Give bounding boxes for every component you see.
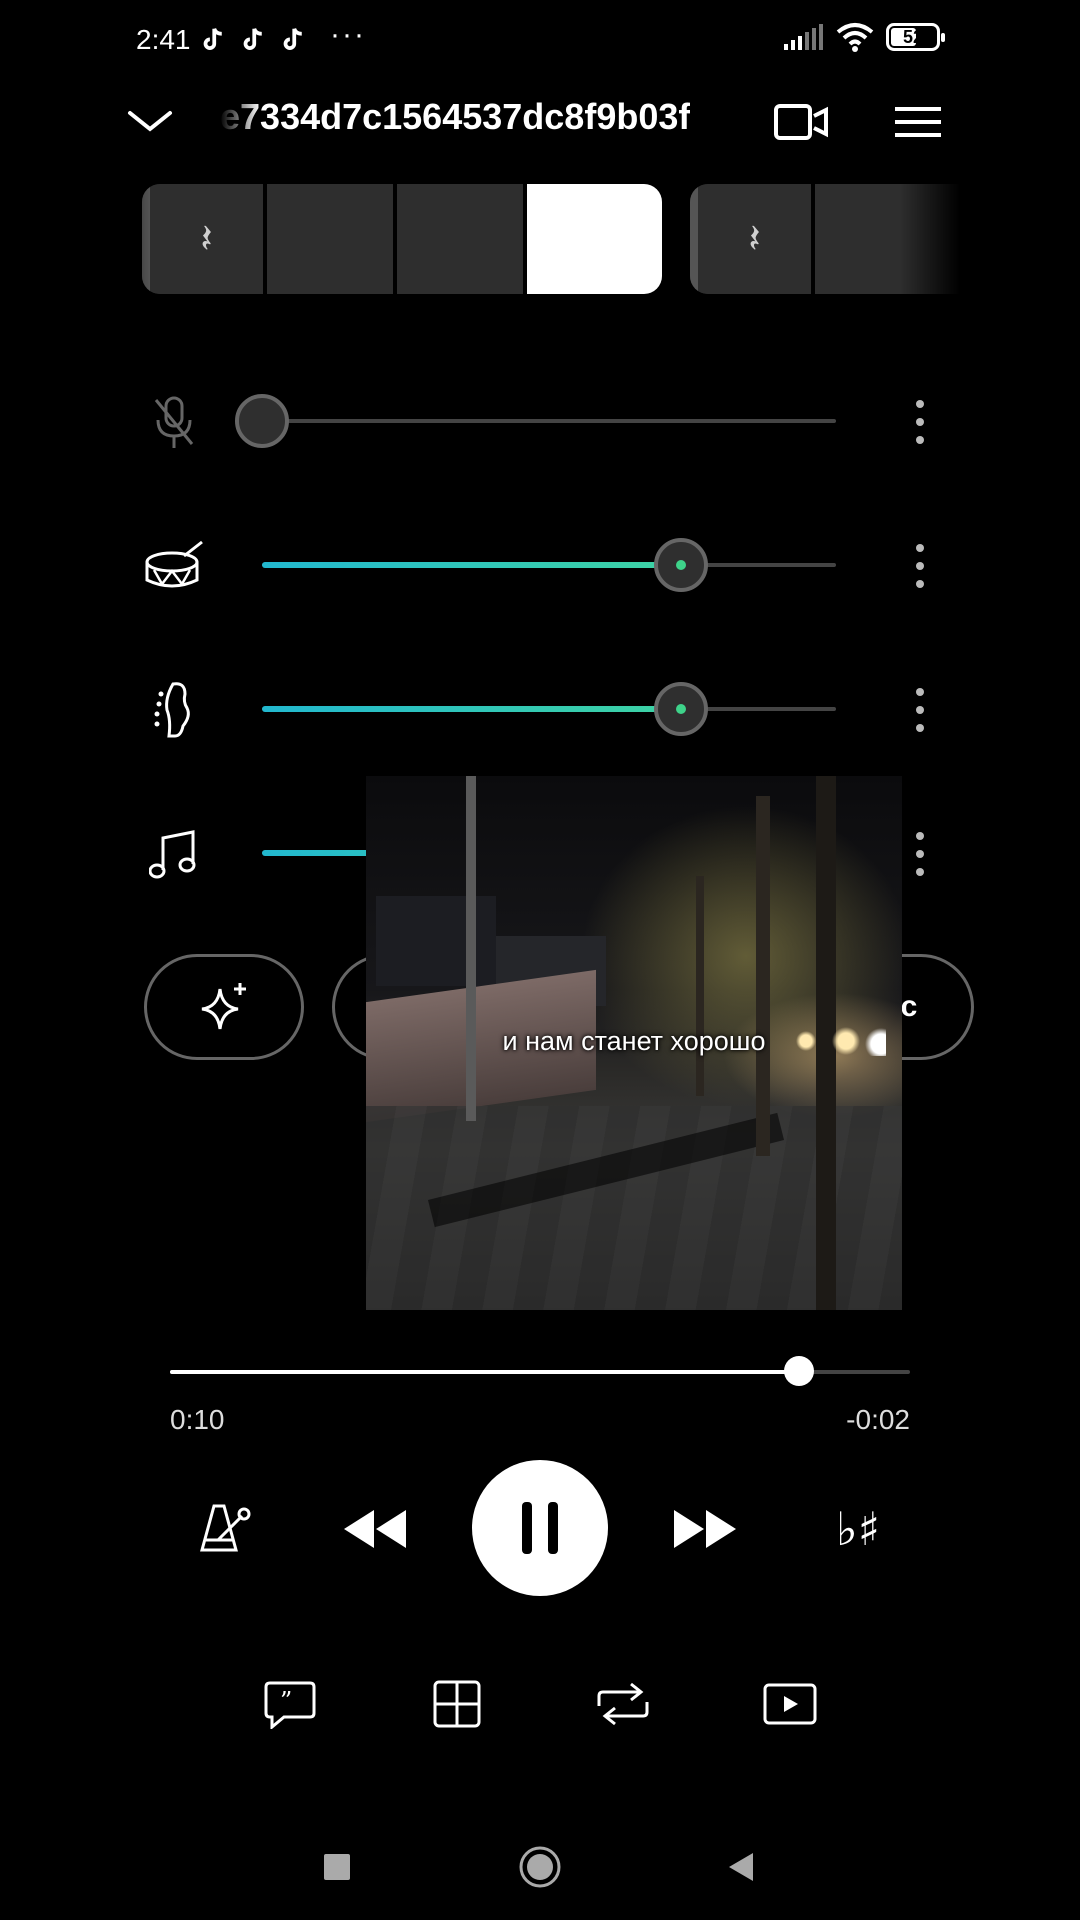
music-note-icon (149, 830, 196, 879)
tiktok-icon (243, 28, 262, 50)
loop-icon (597, 1682, 649, 1726)
volume-fill (262, 562, 682, 568)
mute-bass-button[interactable] (144, 680, 204, 740)
video-toggle-button[interactable] (760, 1674, 820, 1734)
battery-level: 52 (902, 26, 924, 47)
lyrics-icon: ” (264, 1681, 316, 1729)
track-drums (0, 520, 1080, 610)
track-options-button[interactable] (902, 544, 938, 588)
track-vocals (0, 376, 1080, 466)
tiktok-icon (283, 28, 302, 50)
header: e7334d7c1564537dc8f9b03f (0, 80, 1080, 160)
section-cell[interactable]: 𝄽 (142, 184, 267, 294)
video-icon (763, 1683, 817, 1725)
home-icon (519, 1846, 561, 1888)
video-caption: и нам станет хорошо (502, 1026, 766, 1056)
menu-button[interactable] (888, 92, 948, 152)
section-cell[interactable] (397, 184, 527, 294)
section-cell[interactable] (267, 184, 397, 294)
pause-icon (522, 1502, 558, 1554)
playback-progress-bar[interactable] (170, 1356, 910, 1386)
fast-forward-icon (674, 1510, 736, 1548)
status-bar: 2:41 ··· 52 (0, 0, 1080, 80)
status-more: ··· (330, 18, 366, 51)
section-cell[interactable] (815, 184, 960, 294)
transpose-button[interactable]: ♭♯ (818, 1494, 898, 1564)
volume-slider-vocals[interactable] (235, 394, 836, 448)
sections-strip[interactable]: 𝄽 𝄽 (100, 184, 960, 296)
back-button[interactable] (715, 1842, 765, 1892)
fast-forward-button[interactable] (666, 1494, 746, 1564)
rewind-icon (344, 1510, 406, 1548)
volume-thumb[interactable] (235, 394, 289, 448)
section-group[interactable]: 𝄽 (142, 184, 662, 294)
square-icon (324, 1854, 350, 1880)
svg-text:”: ” (280, 1687, 292, 1715)
back-icon (729, 1853, 753, 1881)
mic-muted-icon (154, 396, 194, 448)
chords-button-label: c (900, 990, 918, 1023)
drum-icon (145, 540, 203, 588)
song-title-container: e7334d7c1564537dc8f9b03f (220, 96, 740, 146)
status-time: 2:41 (136, 24, 191, 55)
grid-icon (433, 1680, 481, 1728)
video-overlay[interactable]: и нам станет хорошо (366, 776, 902, 1310)
bass-guitar-icon (154, 682, 190, 738)
mute-drums-button[interactable] (144, 536, 204, 596)
menu-icon (895, 107, 941, 137)
volume-thumb[interactable] (654, 538, 709, 592)
section-cell[interactable]: 𝄽 (690, 184, 815, 294)
signal-icon (784, 24, 823, 50)
tiktok-icon (203, 28, 222, 50)
screen-mirror-icon (774, 104, 828, 140)
section-cell-active[interactable] (527, 184, 662, 294)
pause-button[interactable] (472, 1460, 608, 1596)
remaining-time: -0:02 (846, 1404, 910, 1435)
recent-apps-button[interactable] (312, 1842, 362, 1892)
track-options-button[interactable] (902, 400, 938, 444)
mute-vocals-button[interactable] (144, 392, 204, 452)
transpose-label: ♭♯ (836, 1502, 880, 1556)
notification-icons (198, 24, 308, 56)
progress-knob[interactable] (784, 1356, 814, 1386)
volume-fill (262, 706, 682, 712)
rest-icon: 𝄽 (748, 216, 761, 261)
collapse-button[interactable] (120, 92, 180, 152)
volume-thumb[interactable] (654, 682, 709, 736)
elapsed-time: 0:10 (170, 1404, 225, 1435)
wifi-icon (836, 23, 874, 52)
rest-icon: 𝄽 (200, 216, 213, 261)
volume-slider-bass[interactable] (262, 682, 836, 736)
sections-grid-button[interactable] (427, 1674, 487, 1734)
rewind-button[interactable] (334, 1494, 414, 1564)
song-title: e7334d7c1564537dc8f9b03f (220, 96, 691, 137)
track-options-button[interactable] (902, 688, 938, 732)
metronome-button[interactable] (190, 1494, 260, 1564)
battery-icon: 52 (886, 23, 945, 51)
volume-slider-drums[interactable] (262, 538, 836, 592)
progress-fill (170, 1370, 799, 1374)
mute-other-button[interactable] (144, 824, 204, 884)
ai-button[interactable] (144, 954, 304, 1060)
section-group[interactable]: 𝄽 (690, 184, 960, 294)
metronome-icon (200, 1504, 251, 1552)
screen-mirror-button[interactable] (772, 92, 832, 152)
status-right: 52 (784, 22, 945, 52)
track-bass (0, 664, 1080, 754)
sparkle-icon (201, 983, 246, 1030)
chevron-down-icon (128, 111, 172, 132)
track-options-button[interactable] (902, 832, 938, 876)
lyrics-button[interactable]: ” (260, 1674, 320, 1734)
home-button[interactable] (515, 1842, 565, 1892)
loop-button[interactable] (593, 1674, 653, 1734)
